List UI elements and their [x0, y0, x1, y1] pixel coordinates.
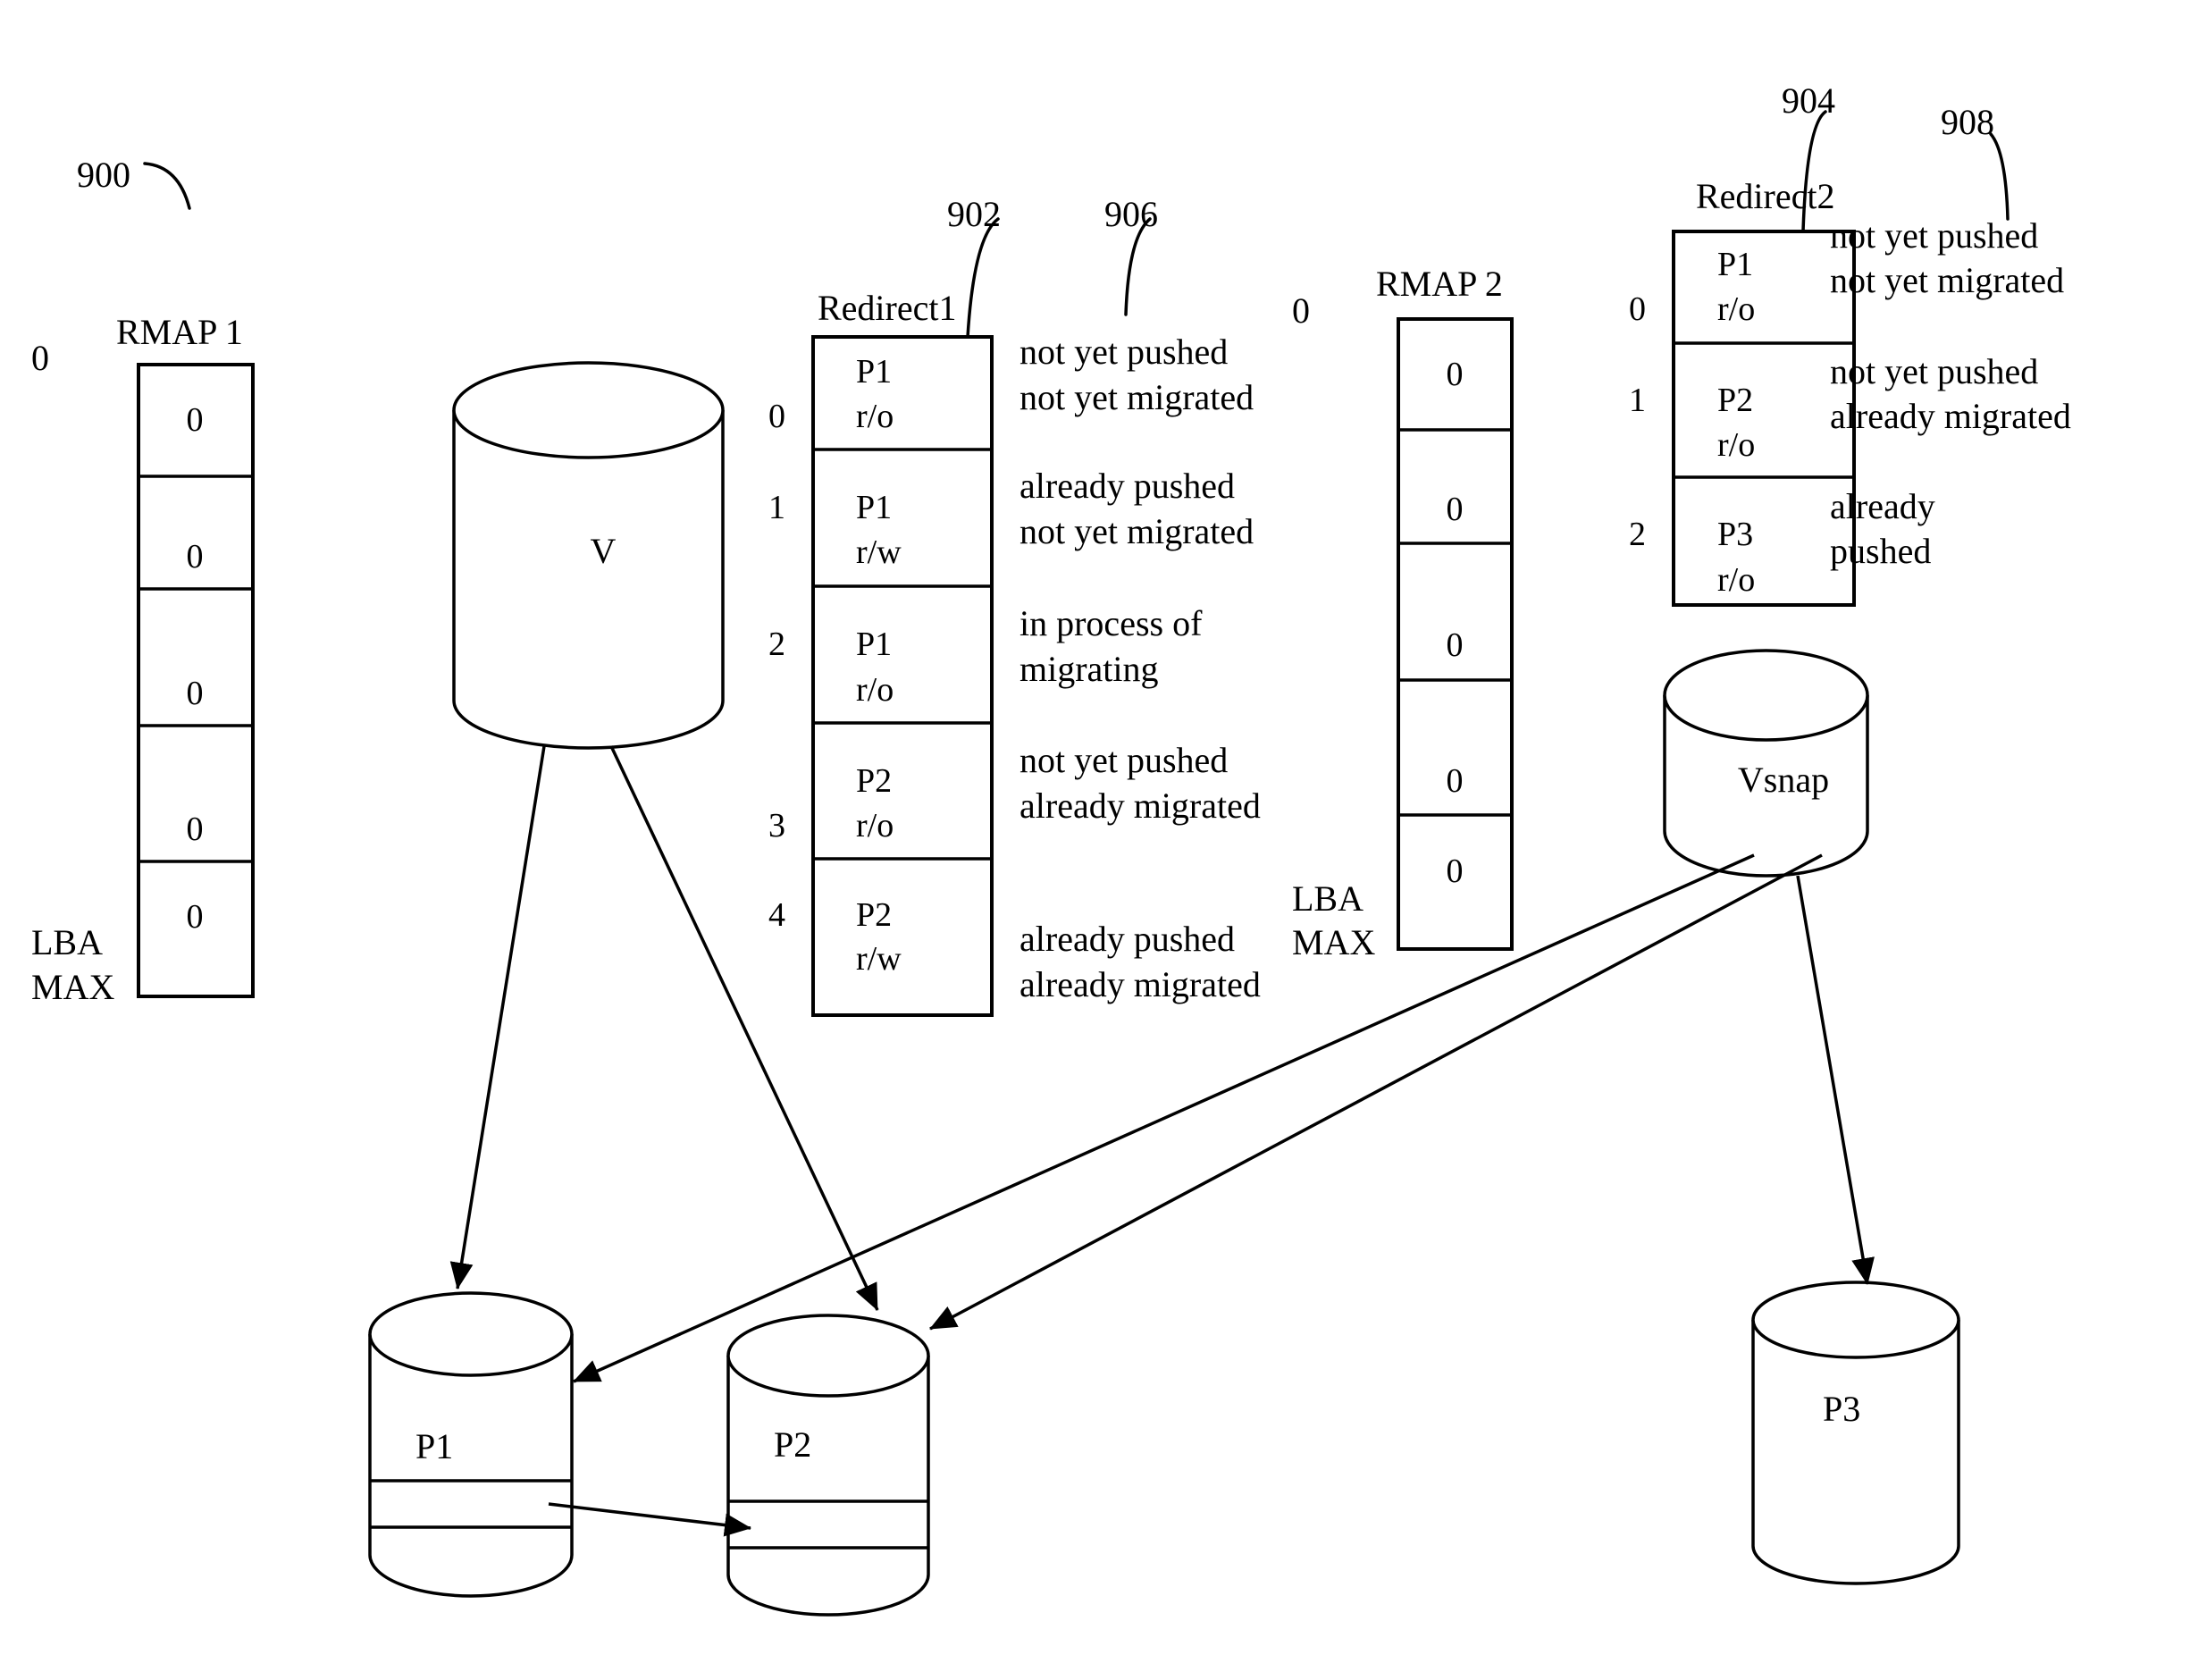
redirect2-row-state: not yet pushed: [1830, 215, 2038, 256]
redirect1-row-state: in process of: [1019, 603, 1203, 643]
redirect1-row-index: 2: [768, 626, 785, 663]
redirect1-row-state: not yet migrated: [1019, 377, 1254, 417]
volume-p3-top: [1751, 1281, 1960, 1359]
redirect1-row-volume: P1: [856, 626, 892, 663]
figure-ref-leader: [143, 162, 191, 210]
redirect1-row-volume: P2: [856, 896, 892, 934]
redirect2-row-mode: r/o: [1717, 426, 1755, 464]
redirect2-states-leader: [1989, 132, 2010, 221]
redirect1-row-index: 4: [768, 896, 785, 934]
redirect2-row-state: already migrated: [1830, 396, 2071, 436]
redirect2-row-mode: r/o: [1717, 290, 1755, 328]
figure-ref-900: 900: [77, 155, 191, 210]
volume-vsnap: Vsnap: [1663, 649, 1869, 878]
arrow-vsnap-to-p3: [1796, 875, 1875, 1285]
volume-p3: P3: [1751, 1281, 1960, 1585]
redirect2-row-index: 2: [1629, 516, 1646, 553]
rmap2-cell: 0: [1447, 356, 1464, 393]
redirect1-row-mode: r/w: [856, 940, 902, 978]
redirect1-row-volume: P1: [856, 489, 892, 526]
redirect1-row-index: 1: [768, 489, 785, 526]
figure-ref-label: 900: [77, 155, 130, 195]
rmap1-cell: 0: [187, 811, 204, 848]
redirect1-row-state: migrating: [1019, 649, 1159, 689]
redirect1-states-ref: 906: [1104, 194, 1158, 234]
rmap2-cell: 0: [1447, 626, 1464, 664]
rmap2-lba-label: LBA: [1292, 878, 1364, 919]
rmap2-cell: 0: [1447, 762, 1464, 800]
redirect2-row-state: already: [1830, 486, 1935, 526]
redirect1-row-state: not yet pushed: [1019, 740, 1228, 780]
volume-p1: P1: [368, 1291, 574, 1598]
rmap2-cell: 0: [1447, 853, 1464, 890]
volume-p2-top: [726, 1314, 930, 1398]
rmap2-max-label: MAX: [1292, 922, 1375, 962]
rmap1-cell: 0: [187, 898, 204, 936]
redirect1: Redirect1 902 906 0 P1 r/o not yet pushe…: [768, 194, 1261, 1017]
redirect2-row-index: 1: [1629, 382, 1646, 419]
volume-vsnap-label: Vsnap: [1738, 760, 1829, 800]
volume-vsnap-top: [1663, 649, 1869, 742]
redirect1-row-state: already migrated: [1019, 785, 1261, 826]
redirect2-row-index: 0: [1629, 290, 1646, 328]
redirect1-row-state: already pushed: [1019, 466, 1235, 506]
arrow-p1-band-to-p2-band: [548, 1502, 751, 1537]
volume-p2: P2: [726, 1314, 930, 1617]
volume-v: V: [452, 361, 725, 750]
redirect2-states-ref: 908: [1941, 102, 1994, 142]
redirect2-title: Redirect2: [1696, 176, 1835, 216]
volume-v-label: V: [591, 531, 617, 571]
redirect2-row-volume: P3: [1717, 516, 1753, 553]
redirect2-table: [1672, 230, 1856, 607]
redirect1-row-state: not yet pushed: [1019, 332, 1228, 372]
rmap1: RMAP 1 0 LBA MAX 0 0 0 0 0: [31, 312, 255, 1007]
volume-p1-top: [368, 1291, 574, 1377]
redirect1-title: Redirect1: [818, 288, 957, 328]
volume-p1-label: P1: [415, 1426, 453, 1466]
redirect1-row-state: already pushed: [1019, 919, 1235, 959]
rmap1-lba-label: LBA: [31, 922, 103, 962]
volume-p3-label: P3: [1823, 1389, 1860, 1429]
redirect1-row-mode: r/o: [856, 671, 894, 709]
redirect1-row-state: not yet migrated: [1019, 511, 1254, 551]
redirect1-ref: 902: [947, 194, 1001, 234]
redirect1-row-index: 0: [768, 398, 785, 435]
rmap1-start-label: 0: [31, 338, 49, 378]
redirect2-row-state: pushed: [1830, 531, 1931, 571]
volume-p3-body: [1751, 1320, 1960, 1585]
diagram-canvas: 900 RMAP 1 0 LBA MAX 0 0 0 0 0 V Redirec…: [31, 80, 2071, 1617]
redirect2-ref: 904: [1782, 80, 1835, 121]
redirect1-leader: [966, 217, 1000, 339]
redirect2-row-mode: r/o: [1717, 561, 1755, 599]
rmap1-cell: 0: [187, 538, 204, 575]
rmap2-title: RMAP 2: [1376, 264, 1503, 304]
rmap1-cell: 0: [187, 675, 204, 712]
redirect1-row-state: already migrated: [1019, 964, 1261, 1004]
redirect1-row-mode: r/o: [856, 807, 894, 844]
redirect2-row-state: not yet migrated: [1830, 260, 2064, 300]
redirect1-row-index: 3: [768, 807, 785, 844]
redirect2-row-volume: P2: [1717, 382, 1753, 419]
rmap2: RMAP 2 0 LBA MAX 0 0 0 0 0: [1292, 264, 1514, 962]
redirect1-row-mode: r/o: [856, 398, 894, 435]
rmap1-cell: 0: [187, 401, 204, 439]
rmap1-max-label: MAX: [31, 967, 114, 1007]
volume-v-top: [452, 361, 725, 459]
volume-v-body: [452, 410, 725, 750]
volume-p2-label: P2: [774, 1424, 811, 1465]
redirect1-row-volume: P2: [856, 762, 892, 800]
rmap2-cell: 0: [1447, 491, 1464, 528]
rmap2-start-label: 0: [1292, 290, 1310, 331]
redirect2-row-volume: P1: [1717, 246, 1753, 283]
redirect1-row-mode: r/w: [856, 533, 902, 571]
redirect2: Redirect2 904 908 0 P1 r/o not yet pushe…: [1629, 80, 2071, 607]
redirect1-table: [811, 335, 994, 1017]
rmap1-title: RMAP 1: [116, 312, 243, 352]
arrow-v-to-p1: [449, 745, 546, 1289]
redirect1-row-volume: P1: [856, 353, 892, 391]
redirect2-row-state: not yet pushed: [1830, 351, 2038, 391]
